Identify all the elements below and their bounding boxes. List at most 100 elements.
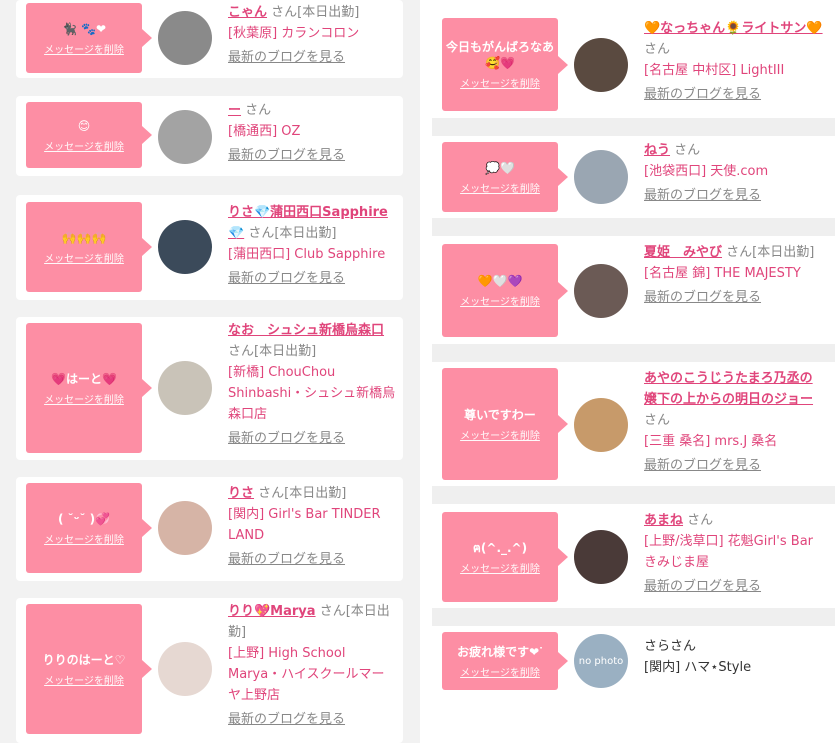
message-bubble: 今日もがんばろなあ🥰💗 メッセージを削除	[442, 18, 568, 111]
list-item: 尊いですわー メッセージを削除 あやのこうじうたまろ乃丞の嬢下の上からの明日のジ…	[432, 362, 835, 486]
avatar[interactable]	[574, 398, 628, 452]
message-bubble: 🐈‍⬛ 🐾❤ メッセージを削除	[26, 3, 152, 73]
delete-message-link[interactable]: メッセージを削除	[460, 75, 540, 90]
message-bubble: 😊 メッセージを削除	[26, 102, 152, 168]
divider	[432, 608, 835, 626]
shop-name: [上野/浅草口] 花魁Girl's Barきみじま屋	[644, 534, 814, 570]
avatar[interactable]	[574, 150, 628, 204]
honorific: さん	[644, 42, 671, 57]
profile-name-link[interactable]: りさ	[228, 486, 254, 501]
status-badge: [本日出勤]	[752, 245, 815, 260]
delete-message-link[interactable]: メッセージを削除	[460, 180, 540, 195]
message-bubble: お疲れ様です❤︎ᐝ メッセージを削除	[442, 632, 568, 690]
delete-message-link[interactable]: メッセージを削除	[44, 250, 124, 265]
profile-info: 夏姫 みやび さん[本日出勤] [名古屋 錦] THE MAJESTY 最新のブ…	[644, 242, 824, 308]
avatar[interactable]	[574, 38, 628, 92]
latest-blog-link[interactable]: 最新のブログを見る	[644, 84, 824, 105]
profile-info: りさ💎蒲田西口Sapphire💎 さん[本日出勤] [蒲田西口] Club Sa…	[228, 202, 396, 289]
list-item: りりのはーと♡ メッセージを削除 りり💖Marya さん[本日出勤] [上野] …	[16, 598, 403, 743]
message-text: ( ˘ᵕ˘ )💞	[57, 511, 111, 526]
latest-blog-link[interactable]: 最新のブログを見る	[644, 455, 824, 476]
shop-name: [関内] ハマ⋆Style	[644, 660, 752, 675]
message-text: 尊いですわー	[464, 407, 536, 422]
latest-blog-link[interactable]: 最新のブログを見る	[644, 287, 824, 308]
avatar[interactable]	[158, 642, 212, 696]
latest-blog-link[interactable]: 最新のブログを見る	[228, 47, 396, 68]
latest-blog-link[interactable]: 最新のブログを見る	[228, 428, 396, 449]
honorific: さん	[319, 604, 346, 619]
profile-name-link[interactable]: ー	[228, 103, 241, 118]
profile-name-link[interactable]: あやのこうじうたまろ乃丞の嬢下の上からの明日のジョー	[644, 371, 813, 407]
message-bubble: 🧡🤍💜 メッセージを削除	[442, 244, 568, 337]
message-bubble: りりのはーと♡ メッセージを削除	[26, 604, 152, 734]
delete-message-link[interactable]: メッセージを削除	[460, 560, 540, 575]
message-bubble: 💭🤍 メッセージを削除	[442, 142, 568, 212]
shop-name: [名古屋 中村区] LightIII	[644, 63, 785, 78]
latest-blog-link[interactable]: 最新のブログを見る	[644, 576, 824, 597]
delete-message-link[interactable]: メッセージを削除	[460, 427, 540, 442]
message-text: 🐈‍⬛ 🐾❤	[61, 21, 107, 36]
honorific: さん	[271, 5, 298, 20]
profile-name-link[interactable]: なお シュシュ新橋烏森口	[228, 323, 384, 338]
profile-info: こゃん さん[本日出勤] [秋葉原] カランコロン 最新のブログを見る	[228, 2, 396, 68]
avatar[interactable]	[158, 220, 212, 274]
delete-message-link[interactable]: メッセージを削除	[44, 138, 124, 153]
shop-name: [上野] High School Marya・ハイスクールマーヤ上野店	[228, 646, 385, 703]
avatar[interactable]	[158, 110, 212, 164]
shop-name: [関内] Girl's Bar TINDER LAND	[228, 507, 381, 543]
profile-info: なお シュシュ新橋烏森口 さん[本日出勤] [新橋] ChouChou Shin…	[228, 320, 396, 449]
message-text: お疲れ様です❤︎ᐝ	[457, 644, 543, 659]
profile-name-link[interactable]: 夏姫 みやび	[644, 245, 722, 260]
honorific: さん	[258, 486, 285, 501]
delete-message-link[interactable]: メッセージを削除	[44, 531, 124, 546]
status-badge: [本日出勤]	[254, 344, 317, 359]
message-bubble: 💗はーと💗 メッセージを削除	[26, 323, 152, 453]
delete-message-link[interactable]: メッセージを削除	[44, 672, 124, 687]
profile-info: 🧡なっちゃん🌻ライトサン🧡 さん [名古屋 中村区] LightIII 最新のブ…	[644, 18, 824, 105]
honorific: さん	[245, 103, 272, 118]
left-column: 🐈‍⬛ 🐾❤ メッセージを削除 こゃん さん[本日出勤] [秋葉原] カランコロ…	[0, 0, 420, 743]
profile-name-link[interactable]: りり💖Marya	[228, 604, 316, 619]
profile-name-link[interactable]: あまね	[644, 513, 683, 528]
list-item: お疲れ様です❤︎ᐝ メッセージを削除 no photo さらさん [関内] ハマ…	[432, 626, 835, 696]
delete-message-link[interactable]: メッセージを削除	[44, 391, 124, 406]
latest-blog-link[interactable]: 最新のブログを見る	[228, 549, 396, 570]
delete-message-link[interactable]: メッセージを削除	[460, 664, 540, 679]
honorific: さん	[248, 226, 275, 241]
delete-message-link[interactable]: メッセージを削除	[460, 293, 540, 308]
avatar[interactable]	[158, 11, 212, 65]
message-text: 🙌🙌🙌	[61, 230, 107, 245]
latest-blog-link[interactable]: 最新のブログを見る	[228, 709, 396, 730]
message-bubble: 尊いですわー メッセージを削除	[442, 368, 568, 480]
avatar[interactable]: no photo	[574, 634, 628, 688]
status-badge: [本日出勤]	[274, 226, 337, 241]
shop-name: [新橋] ChouChou Shinbashi・シュシュ新橋烏森口店	[228, 365, 396, 422]
latest-blog-link[interactable]: 最新のブログを見る	[644, 185, 824, 206]
message-text: 😊	[77, 118, 91, 133]
avatar[interactable]	[574, 530, 628, 584]
list-item: 😊 メッセージを削除 ー さん [橋通西] OZ 最新のブログを見る	[16, 96, 403, 176]
message-text: 💗はーと💗	[51, 371, 117, 386]
avatar[interactable]	[158, 501, 212, 555]
message-text: ฅ(^._.^)	[472, 540, 528, 555]
profile-name: さらさん	[644, 639, 697, 654]
delete-message-link[interactable]: メッセージを削除	[44, 41, 124, 56]
divider	[432, 486, 835, 504]
message-text: 💭🤍	[485, 160, 515, 175]
shop-name: [橋通西] OZ	[228, 124, 301, 139]
profile-name-link[interactable]: こゃん	[228, 5, 267, 20]
avatar[interactable]	[158, 361, 212, 415]
profile-info: あまね さん [上野/浅草口] 花魁Girl's Barきみじま屋 最新のブログ…	[644, 510, 824, 597]
profile-name-link[interactable]: 🧡なっちゃん🌻ライトサン🧡	[644, 21, 823, 36]
shop-name: [三重 桑名] mrs.J 桑名	[644, 434, 778, 449]
right-column: 今日もがんばろなあ🥰💗 メッセージを削除 🧡なっちゃん🌻ライトサン🧡 さん [名…	[420, 0, 840, 743]
honorific: さん	[644, 413, 671, 428]
latest-blog-link[interactable]: 最新のブログを見る	[228, 145, 396, 166]
latest-blog-link[interactable]: 最新のブログを見る	[228, 268, 396, 289]
avatar[interactable]	[574, 264, 628, 318]
profile-info: さらさん [関内] ハマ⋆Style	[644, 636, 824, 678]
honorific: さん	[687, 513, 714, 528]
honorific: さん	[674, 143, 701, 158]
profile-name-link[interactable]: ねう	[644, 143, 670, 158]
shop-name: [池袋西口] 天使.com	[644, 164, 769, 179]
